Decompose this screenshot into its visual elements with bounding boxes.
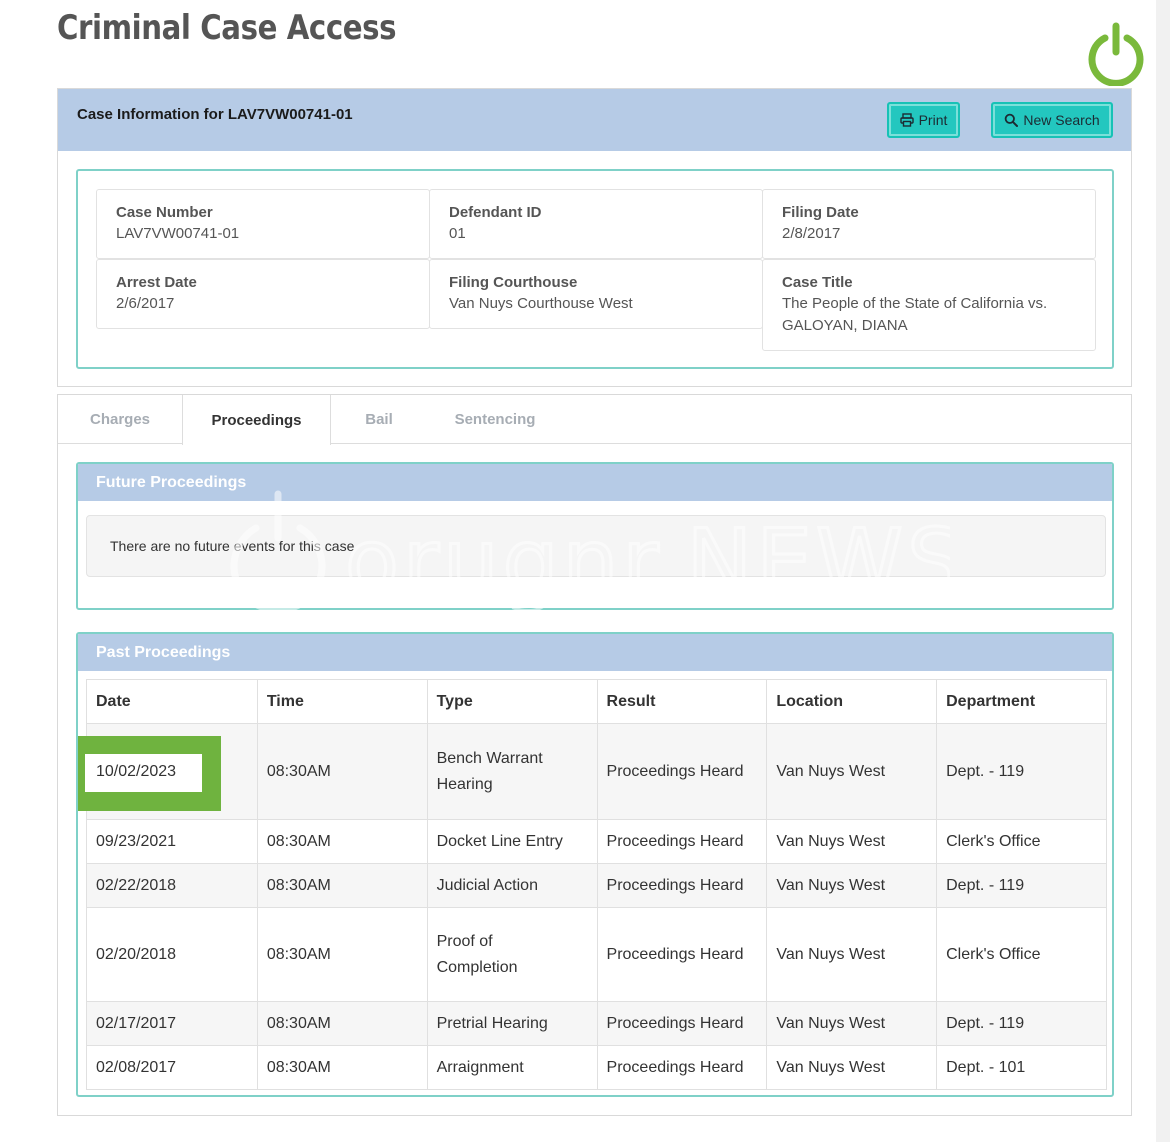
table-cell-department: Dept. - 101 <box>936 1045 1107 1090</box>
table-cell-department: Dept. - 119 <box>936 863 1107 908</box>
filing-date-field: Filing Date 2/8/2017 <box>762 189 1096 259</box>
table-cell-department: Clerk's Office <box>936 819 1107 864</box>
table-row: 02/22/2018 08:30AM Judicial Action Proce… <box>86 863 1107 908</box>
table-cell-result: Proceedings Heard <box>596 1045 768 1090</box>
table-cell-time: 08:30AM <box>256 1001 428 1046</box>
case-information-panel: Case Information for LAV7VW00741-01 Prin… <box>57 88 1132 387</box>
table-cell-location: Van Nuys West <box>766 819 938 864</box>
table-cell-date: 02/20/2018 <box>86 907 258 1002</box>
defendant-id-field: Defendant ID 01 <box>429 189 763 259</box>
table-cell-department: Dept. - 119 <box>936 723 1107 820</box>
column-header-department: Department <box>936 679 1107 724</box>
table-cell-result: Proceedings Heard <box>596 907 768 1002</box>
new-search-label: New Search <box>1023 112 1100 128</box>
tab-charges[interactable]: Charges <box>58 395 182 444</box>
table-row: 02/08/2017 08:30AM Arraignment Proceedin… <box>86 1045 1107 1090</box>
table-cell-type: Proof of Completion <box>426 907 598 1002</box>
column-header-type: Type <box>426 679 598 724</box>
window-scrollbar[interactable] <box>1156 0 1170 1142</box>
page-title: Criminal Case Access <box>57 8 397 48</box>
column-header-result: Result <box>596 679 768 724</box>
no-future-events-message: There are no future events for this case <box>86 515 1106 577</box>
past-proceedings-table: Date Time Type Result Location Departmen… <box>78 679 1107 1090</box>
table-cell-location: Van Nuys West <box>766 907 938 1002</box>
table-row: 10/02/2023 08:30AM Bench Warrant Hearing… <box>78 723 1107 820</box>
column-header-location: Location <box>766 679 938 724</box>
table-cell-type: Judicial Action <box>426 863 598 908</box>
past-proceedings-heading: Past Proceedings <box>78 634 1112 671</box>
table-cell-location: Van Nuys West <box>766 723 938 820</box>
new-search-button[interactable]: New Search <box>991 102 1113 138</box>
past-proceedings-panel: Past Proceedings Date Time Type Result L… <box>76 632 1114 1097</box>
table-cell-date: 10/02/2023 <box>78 723 258 820</box>
table-cell-result: Proceedings Heard <box>596 723 768 820</box>
case-information-header: Case Information for LAV7VW00741-01 Prin… <box>58 89 1131 151</box>
table-cell-date: 02/22/2018 <box>86 863 258 908</box>
table-cell-department: Clerk's Office <box>936 907 1107 1002</box>
table-cell-location: Van Nuys West <box>766 1045 938 1090</box>
search-icon <box>1005 113 1019 127</box>
printer-icon <box>899 113 914 127</box>
column-header-date: Date <box>86 679 258 724</box>
case-number-field: Case Number LAV7VW00741-01 <box>96 189 430 259</box>
table-header-row: Date Time Type Result Location Departmen… <box>86 679 1107 724</box>
table-cell-type: Pretrial Hearing <box>426 1001 598 1046</box>
table-cell-type: Docket Line Entry <box>426 819 598 864</box>
filing-courthouse-field: Filing Courthouse Van Nuys Courthouse We… <box>429 259 763 329</box>
tab-bail[interactable]: Bail <box>331 395 427 444</box>
table-cell-result: Proceedings Heard <box>596 1001 768 1046</box>
arrest-date-field: Arrest Date 2/6/2017 <box>96 259 430 329</box>
future-proceedings-heading: Future Proceedings <box>78 464 1112 501</box>
tab-bar: Charges Proceedings Bail Sentencing <box>58 395 1131 445</box>
table-cell-time: 08:30AM <box>256 723 428 820</box>
table-cell-time: 08:30AM <box>256 819 428 864</box>
table-cell-time: 08:30AM <box>256 863 428 908</box>
table-cell-location: Van Nuys West <box>766 1001 938 1046</box>
table-cell-date: 09/23/2021 <box>86 819 258 864</box>
table-cell-type: Bench Warrant Hearing <box>426 723 598 820</box>
table-cell-date: 02/17/2017 <box>86 1001 258 1046</box>
case-details-box: Case Number LAV7VW00741-01 Defendant ID … <box>76 169 1114 369</box>
print-button[interactable]: Print <box>887 102 960 138</box>
table-row: 09/23/2021 08:30AM Docket Line Entry Pro… <box>86 819 1107 864</box>
table-cell-time: 08:30AM <box>256 1045 428 1090</box>
power-icon[interactable] <box>1086 22 1146 86</box>
table-cell-location: Van Nuys West <box>766 863 938 908</box>
future-proceedings-panel: Future Proceedings There are no future e… <box>76 462 1114 610</box>
case-information-title: Case Information for LAV7VW00741-01 <box>77 106 353 123</box>
table-row: 02/20/2018 08:30AM Proof of Completion P… <box>86 907 1107 1002</box>
table-cell-type: Arraignment <box>426 1045 598 1090</box>
table-cell-date: 02/08/2017 <box>86 1045 258 1090</box>
table-cell-result: Proceedings Heard <box>596 819 768 864</box>
tab-proceedings[interactable]: Proceedings <box>182 395 331 445</box>
print-label: Print <box>918 112 948 128</box>
table-cell-department: Dept. - 119 <box>936 1001 1107 1046</box>
case-tabs-panel: Charges Proceedings Bail Sentencing Futu… <box>57 394 1132 1116</box>
tab-sentencing[interactable]: Sentencing <box>427 395 563 444</box>
table-cell-result: Proceedings Heard <box>596 863 768 908</box>
column-header-time: Time <box>256 679 428 724</box>
table-cell-time: 08:30AM <box>256 907 428 1002</box>
table-row: 02/17/2017 08:30AM Pretrial Hearing Proc… <box>86 1001 1107 1046</box>
case-title-field: Case Title The People of the State of Ca… <box>762 259 1096 351</box>
